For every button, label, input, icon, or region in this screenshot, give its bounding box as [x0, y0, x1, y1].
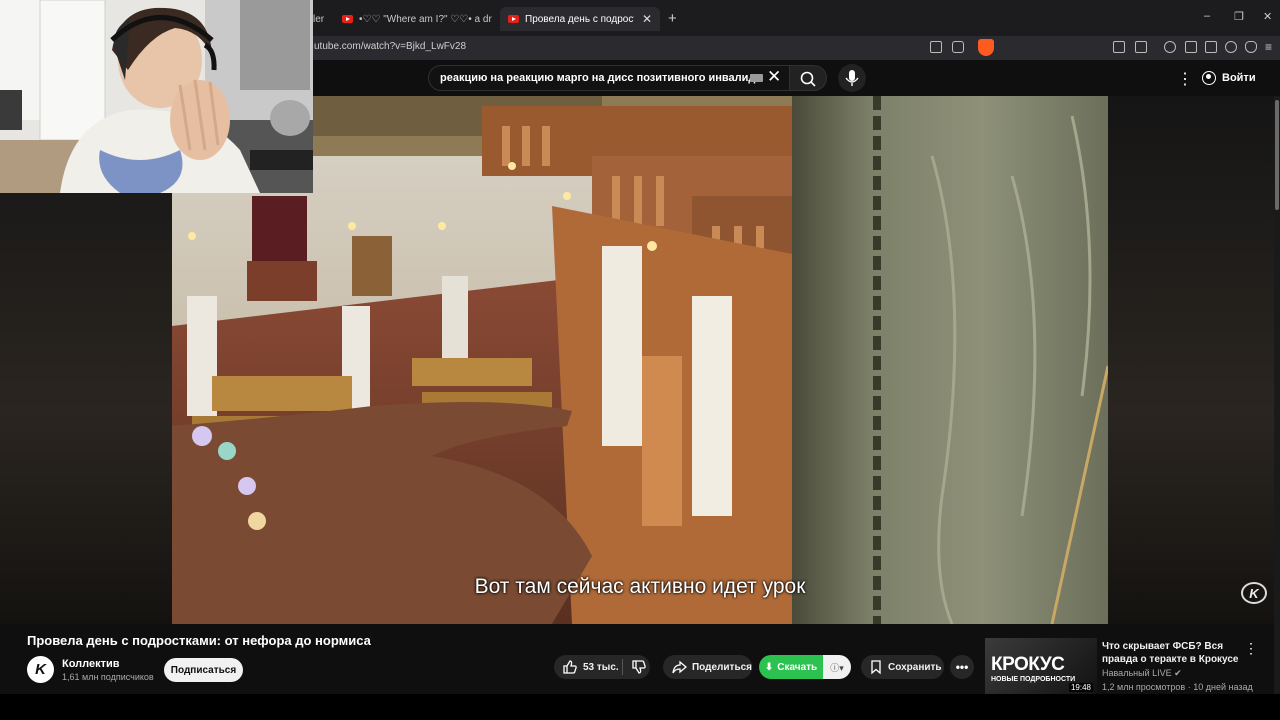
menu-icon[interactable]: ≡ [1265, 40, 1272, 54]
player-letterbox-right [1108, 96, 1274, 624]
user-icon [1202, 71, 1216, 85]
clear-search-icon[interactable]: ✕ [767, 67, 781, 87]
dislike-button[interactable] [624, 655, 654, 679]
download-icon: ⬇ [764, 661, 774, 673]
tab-where-am-i[interactable]: •♡♡ "Where am I?" ♡♡• a dreamco [342, 8, 492, 30]
info-icon: ⓘ▾ [830, 662, 844, 673]
restore-button[interactable]: ❐ [1234, 10, 1244, 23]
share-button[interactable]: Поделиться [663, 655, 752, 679]
like-icon [563, 660, 577, 674]
more-actions-button[interactable]: ••• [950, 655, 974, 679]
share-icon [672, 660, 687, 674]
brave-icon[interactable] [978, 39, 994, 56]
video-title: Провела день с подростками: от нефора до… [27, 633, 371, 648]
thumbnail-headline: КРОКУС [991, 654, 1065, 675]
share-label: Поделиться [691, 661, 752, 673]
search-button[interactable] [789, 65, 827, 91]
leo-icon[interactable] [1225, 41, 1237, 53]
video-duration: 19:48 [1068, 683, 1093, 692]
subscribe-button[interactable]: Подписаться [164, 658, 243, 682]
scrollbar-thumb[interactable] [1275, 100, 1279, 210]
recommended-title[interactable]: Что скрывает ФСБ? Вся правда о теракте в… [1102, 640, 1242, 666]
like-count: 53 тыс. [583, 661, 619, 673]
save-icon [871, 660, 881, 675]
sidebar-icon[interactable] [1185, 41, 1197, 53]
channel-watermark-icon[interactable]: K [1241, 582, 1267, 604]
page-scrollbar[interactable] [1274, 96, 1280, 696]
tab-label: ler [313, 13, 325, 25]
save-button[interactable]: Сохранить [861, 655, 944, 679]
download-button[interactable]: ⬇ Скачать [759, 655, 823, 679]
share-page-icon[interactable] [952, 41, 964, 53]
url-field[interactable]: utube.com/watch?v=Bjkd_LwFv28 [314, 41, 466, 52]
recommended-channel[interactable]: Навальный LIVE ✔ [1102, 668, 1182, 679]
channel-name[interactable]: Коллектив [62, 658, 120, 670]
streamer-webcam-image [0, 0, 313, 193]
recommended-meta: 1,2 млн просмотров · 10 дней назад [1102, 682, 1253, 692]
bottom-bar [0, 694, 1280, 720]
search-icon [800, 71, 816, 87]
signin-button[interactable]: Войти [1202, 67, 1262, 89]
tab-label: Провела день с подростками: о [525, 13, 634, 25]
recommended-more-icon[interactable]: ⋮ [1244, 640, 1258, 657]
install-app-icon[interactable] [930, 41, 942, 53]
keyboard-icon[interactable] [750, 74, 763, 82]
tab-label: •♡♡ "Where am I?" ♡♡• a dreamco [359, 13, 492, 25]
download-label: Скачать [777, 661, 818, 673]
settings-more-icon[interactable]: ⋮ [1177, 69, 1193, 89]
minimize-button[interactable]: – [1204, 10, 1210, 22]
thumbnail-subline: НОВЫЕ ПОДРОБНОСТИ [991, 676, 1076, 683]
music-icon[interactable] [1164, 41, 1176, 53]
webcam-overlay [0, 0, 313, 193]
tab-active-video[interactable]: Провела день с подростками: о ✕ [500, 7, 660, 31]
voice-search-button[interactable] [838, 64, 866, 92]
wallet-icon[interactable] [1205, 41, 1217, 53]
search-query: реакцию на реакцию марго на дисс позитив… [440, 72, 762, 84]
vpn-shield-icon[interactable] [1245, 41, 1257, 53]
extensions-icon[interactable] [1113, 41, 1125, 53]
dislike-icon [632, 660, 646, 674]
video-subtitle: Вот там сейчас активно идет урок [474, 575, 806, 598]
download-info-button[interactable]: ⓘ▾ [823, 655, 851, 679]
puzzle-icon[interactable] [1135, 41, 1147, 53]
subscriber-count: 1,61 млн подписчиков [62, 672, 154, 682]
like-dislike-divider [622, 659, 623, 675]
search-input[interactable]: реакцию на реакцию марго на дисс позитив… [428, 65, 790, 91]
save-label: Сохранить [888, 661, 942, 673]
mic-icon [845, 70, 859, 86]
recommended-thumbnail[interactable]: КРОКУС НОВЫЕ ПОДРОБНОСТИ 19:48 [985, 638, 1097, 694]
youtube-favicon-icon [342, 15, 353, 23]
new-tab-button[interactable]: + [668, 10, 677, 27]
tab-partial[interactable]: ler [313, 8, 327, 30]
tab-close-icon[interactable]: ✕ [642, 12, 652, 26]
signin-label: Войти [1222, 72, 1256, 84]
channel-avatar[interactable]: K [27, 656, 54, 683]
youtube-favicon-icon [508, 15, 519, 23]
close-window-button[interactable]: ✕ [1263, 10, 1272, 23]
